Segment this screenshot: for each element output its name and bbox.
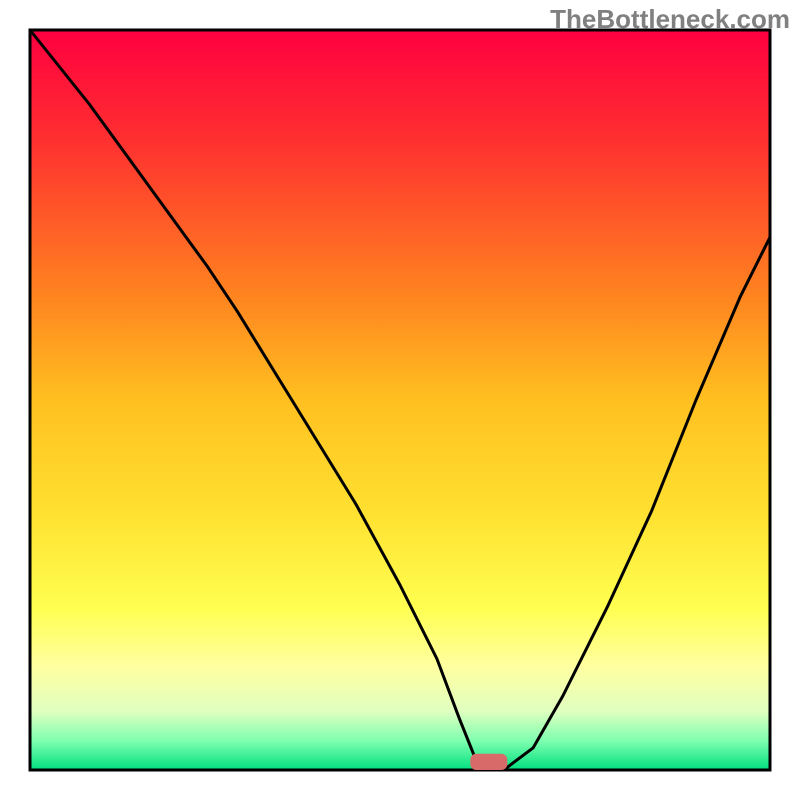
chart-container: TheBottleneck.com [0,0,800,800]
watermark-text: TheBottleneck.com [550,4,790,35]
chart-svg [0,0,800,800]
chart-marker [470,754,507,770]
plot-background [30,30,770,770]
